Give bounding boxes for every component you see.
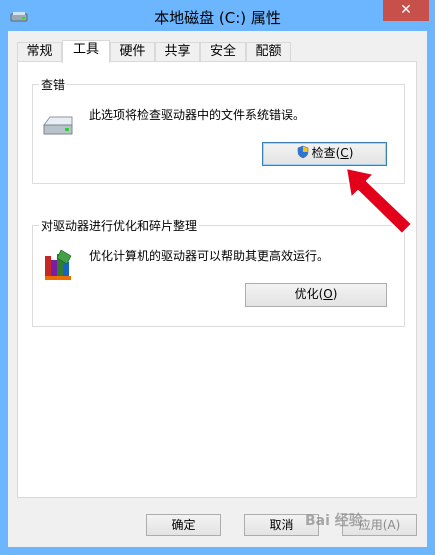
error-check-description: 此选项将检查驱动器中的文件系统错误。 bbox=[89, 108, 306, 122]
tab-hardware[interactable]: 硬件 bbox=[110, 42, 155, 61]
hard-drive-icon bbox=[43, 116, 73, 135]
title-bar[interactable]: 本地磁盘 (C:) 属性 ✕ bbox=[0, 0, 435, 32]
watermark: Bai 经验 bbox=[305, 513, 363, 529]
check-button-key: C bbox=[340, 146, 349, 160]
shield-icon bbox=[297, 145, 308, 159]
optimize-description: 优化计算机的驱动器可以帮助其更高效运行。 bbox=[89, 249, 330, 263]
tab-general[interactable]: 常规 bbox=[17, 42, 62, 61]
ok-button[interactable]: 确定 bbox=[146, 514, 221, 536]
close-button[interactable]: ✕ bbox=[383, 0, 429, 21]
window-title: 本地磁盘 (C:) 属性 bbox=[154, 9, 281, 27]
optimize-button-suffix: ) bbox=[332, 287, 338, 301]
defrag-icon bbox=[45, 249, 72, 280]
optimize-group: 对驱动器进行优化和碎片整理 优化计算机的驱动器可以帮助其更高效运行。 优化(O) bbox=[32, 217, 405, 327]
dialog-body: 常规 工具 硬件 共享 安全 配额 查错 此选项将检查驱动器中的文件系统错误。 bbox=[8, 31, 427, 547]
tab-sharing[interactable]: 共享 bbox=[155, 42, 200, 61]
tab-tools[interactable]: 工具 bbox=[62, 40, 110, 63]
optimize-button[interactable]: 优化(O) bbox=[245, 283, 387, 307]
optimize-title: 对驱动器进行优化和碎片整理 bbox=[39, 217, 200, 234]
check-button-prefix: 检查( bbox=[311, 146, 341, 160]
tab-quota[interactable]: 配额 bbox=[246, 42, 291, 61]
error-check-title: 查错 bbox=[39, 76, 68, 93]
tools-panel: 查错 此选项将检查驱动器中的文件系统错误。 检查(C) 对驱动器进行优化和碎片整… bbox=[17, 61, 417, 498]
optimize-button-key: O bbox=[323, 287, 333, 301]
optimize-button-prefix: 优化( bbox=[294, 287, 324, 301]
check-button-suffix: ) bbox=[348, 146, 354, 160]
properties-window: 本地磁盘 (C:) 属性 ✕ 常规 工具 硬件 共享 安全 配额 查错 此选项将… bbox=[0, 0, 435, 555]
red-arrow-icon bbox=[345, 167, 413, 235]
tab-security[interactable]: 安全 bbox=[200, 42, 246, 61]
